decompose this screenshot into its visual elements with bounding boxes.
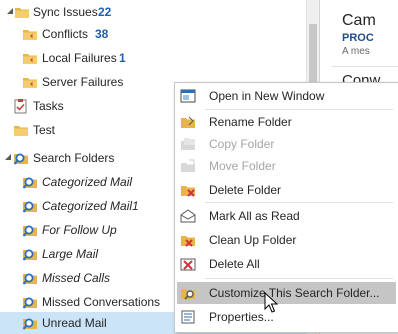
search-folder-icon (22, 270, 38, 286)
folder-label: Conflicts (42, 27, 89, 41)
menu-item-label: Copy Folder (209, 137, 275, 151)
menu-separator (205, 278, 393, 279)
menu-item-delete-folder[interactable]: Delete Folder (177, 179, 396, 201)
folder-sync-issues[interactable]: Sync Issues 22 (0, 0, 318, 24)
folder-label: Search Folders (33, 151, 115, 165)
search-folder-icon (13, 150, 29, 166)
menu-item-clean-up-folder[interactable]: Clean Up Folder (177, 229, 396, 251)
folder-icon (13, 122, 29, 138)
menu-item-open-new-window[interactable]: Open in New Window (177, 85, 396, 107)
mark-all-read-icon (180, 208, 196, 224)
folder-label: Unread Mail (42, 316, 107, 330)
unread-count: 38 (95, 27, 109, 41)
sync-folder-icon (22, 50, 38, 66)
delete-all-icon (180, 256, 196, 272)
menu-item-label: Rename Folder (209, 115, 292, 129)
search-folder-icon (22, 174, 38, 190)
collapse-caret-icon[interactable] (6, 7, 14, 15)
search-folder-icon (22, 294, 38, 310)
menu-separator (205, 202, 393, 203)
message-subject: PROC (342, 32, 374, 44)
folder-label: Large Mail (42, 247, 99, 261)
delete-folder-icon (180, 182, 196, 198)
folder-label: Missed Conversations (42, 295, 161, 309)
folder-label: Sync Issues (33, 5, 98, 19)
tasks-icon (13, 98, 29, 114)
open-new-window-icon (180, 88, 196, 104)
menu-item-properties[interactable]: Properties... (177, 306, 396, 328)
folder-label: Local Failures (42, 51, 117, 65)
rename-folder-icon (180, 114, 196, 130)
folder-label: Categorized Mail1 (42, 199, 139, 213)
menu-item-mark-all-read[interactable]: Mark All as Read (177, 205, 396, 227)
move-folder-icon (180, 158, 196, 174)
menu-item-label: Move Folder (209, 159, 276, 173)
search-folder-icon (22, 198, 38, 214)
mouse-cursor-icon (264, 291, 280, 314)
menu-item-label: Clean Up Folder (209, 233, 297, 247)
customize-search-folder-icon (180, 285, 196, 301)
menu-item-delete-all[interactable]: Delete All (177, 253, 396, 275)
sync-folder-icon (22, 26, 38, 42)
message-divider (332, 66, 398, 67)
menu-item-label: Delete Folder (209, 183, 282, 197)
search-folder-icon (22, 222, 38, 238)
folder-label: Tasks (33, 99, 64, 113)
sync-folder-icon (22, 74, 38, 90)
menu-item-rename-folder[interactable]: Rename Folder (177, 111, 396, 133)
clean-up-folder-icon (180, 232, 196, 248)
menu-item-label: Open in New Window (209, 89, 325, 103)
folder-conflicts[interactable]: Conflicts 38 (0, 22, 318, 46)
menu-item-copy-folder: Copy Folder (177, 133, 396, 155)
folder-context-menu: Open in New Window Rename Folder Copy Fo… (174, 82, 398, 333)
message-preview-text: A mes (342, 46, 370, 57)
folder-local-failures[interactable]: Local Failures 1 (0, 46, 318, 70)
menu-item-label: Delete All (209, 257, 260, 271)
unread-count: 1 (119, 51, 126, 65)
menu-separator (205, 109, 393, 110)
message-sender[interactable]: Cam (342, 12, 376, 30)
menu-item-move-folder: Move Folder (177, 155, 396, 177)
folder-label: For Follow Up (42, 223, 117, 237)
menu-item-label: Mark All as Read (209, 209, 300, 223)
folder-label: Server Failures (42, 75, 124, 89)
search-folder-icon (22, 315, 38, 331)
unread-count: 22 (98, 5, 112, 19)
menu-item-customize-search-folder[interactable]: Customize This Search Folder... (177, 282, 396, 304)
menu-item-label: Customize This Search Folder... (209, 286, 380, 300)
folder-icon (14, 4, 30, 20)
search-folder-icon (22, 246, 38, 262)
folder-label: Categorized Mail (42, 175, 133, 189)
collapse-caret-icon[interactable] (4, 153, 12, 161)
folder-label: Missed Calls (42, 271, 111, 285)
copy-folder-icon (180, 136, 196, 152)
folder-label: Test (33, 123, 56, 137)
properties-icon (180, 309, 196, 325)
